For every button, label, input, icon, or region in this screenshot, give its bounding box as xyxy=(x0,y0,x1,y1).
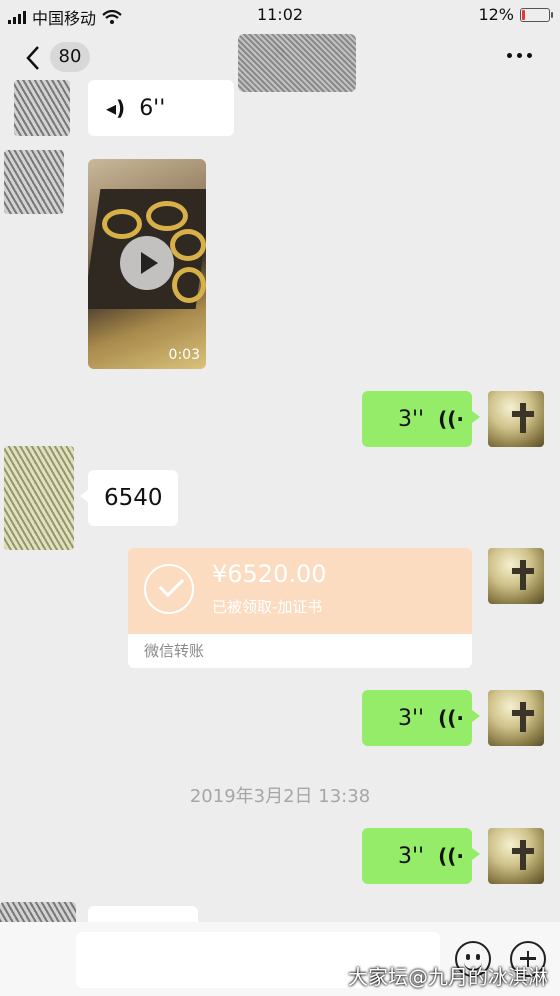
check-icon xyxy=(144,564,194,614)
battery-group: 12% xyxy=(478,5,553,24)
voice-wave-icon: ((· xyxy=(438,706,464,730)
voice-duration: 3'' xyxy=(398,705,425,731)
status-bar: 中国移动 11:02 12% xyxy=(0,0,560,28)
battery-percent: 12% xyxy=(478,5,514,24)
voice-wave-icon: ((· xyxy=(438,407,464,431)
my-avatar[interactable] xyxy=(488,391,544,447)
bracelet-shape xyxy=(146,201,188,231)
text-message[interactable]: 6540 xyxy=(80,470,178,526)
voice-wave-icon: ((· xyxy=(438,844,464,868)
transfer-message[interactable]: ¥6520.00 已被领取-加证书 微信转账 xyxy=(128,548,472,668)
my-avatar[interactable] xyxy=(488,828,544,884)
more-options-icon[interactable] xyxy=(507,53,532,58)
contact-avatar[interactable] xyxy=(4,150,64,214)
video-message[interactable]: 0:03 xyxy=(88,159,206,369)
voice-message[interactable]: 3'' ((· xyxy=(362,690,480,746)
play-icon[interactable] xyxy=(120,236,174,290)
my-avatar[interactable] xyxy=(488,548,544,604)
voice-duration: 3'' xyxy=(398,406,425,432)
video-duration: 0:03 xyxy=(168,347,200,363)
message-text: 6540 xyxy=(104,485,163,511)
transfer-status: 已被领取-加证书 xyxy=(212,598,323,616)
my-avatar[interactable] xyxy=(488,690,544,746)
contact-avatar[interactable] xyxy=(4,446,74,550)
voice-message[interactable]: 3'' ((· xyxy=(362,391,480,447)
watermark-text: 大家坛@九月的冰淇淋 xyxy=(348,965,548,989)
voice-duration: 6'' xyxy=(139,95,166,121)
voice-message[interactable]: 3'' ((· xyxy=(362,828,480,884)
bracelet-shape xyxy=(170,229,206,261)
contact-avatar[interactable] xyxy=(14,80,70,136)
nav-bar: 80 R xyxy=(0,28,560,92)
battery-icon xyxy=(520,7,553,22)
chat-timestamp: 2019年3月2日 13:38 xyxy=(189,786,371,807)
transfer-card-top: ¥6520.00 已被领取-加证书 xyxy=(128,548,472,634)
bracelet-shape xyxy=(172,267,206,303)
voice-wave-icon: ◂) xyxy=(106,96,126,120)
transfer-amount: ¥6520.00 xyxy=(212,560,327,588)
transfer-label: 微信转账 xyxy=(144,642,205,660)
status-time: 11:02 xyxy=(256,5,304,24)
voice-duration: 3'' xyxy=(398,843,425,869)
bracelet-shape xyxy=(102,209,142,239)
voice-message[interactable]: ◂) 6'' xyxy=(88,80,234,136)
redacted-title xyxy=(238,34,356,92)
